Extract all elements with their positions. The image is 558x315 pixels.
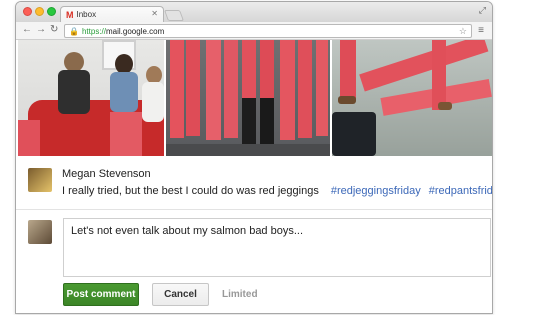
post-comment-button[interactable]: Post comment [63,283,139,306]
photo-person [115,54,133,74]
comment-text: Let's not even talk about my salmon bad … [71,225,304,237]
hashtag-link[interactable]: #redjeggingsfriday [331,185,421,197]
new-tab-button[interactable] [163,10,185,21]
photo-leg [242,40,256,98]
title-bar: M Inbox ✕ ⤢ [16,2,492,22]
photo-person-body [142,82,164,122]
photo-group-couch[interactable] [18,40,164,156]
photo-shoe [338,96,356,104]
photo-red-pants [340,40,356,100]
photo-leg [206,40,221,140]
back-arrow-icon[interactable]: ← [22,24,32,35]
photo-stretched-legs[interactable] [332,40,492,156]
post-text: I really tried, but the best I could do … [62,185,492,197]
browser-window: M Inbox ✕ ⤢ ← → ↻ 🔒 https:// mail.google… [15,1,493,314]
url-scheme: https:// [81,26,106,36]
photo-leg [170,40,184,138]
photo-leg [260,40,274,98]
photo-person-body [110,72,138,112]
address-bar[interactable]: 🔒 https:// mail.google.com ☆ [64,24,472,38]
photo-red-pants [432,40,446,110]
commenter-avatar [28,220,52,244]
photo-leg [298,40,312,138]
minimize-window-button[interactable] [35,7,44,16]
photo-boot [242,98,256,148]
maximize-window-button[interactable] [47,7,56,16]
cancel-button[interactable]: Cancel [152,283,209,306]
tab-inbox[interactable]: M Inbox ✕ [60,6,164,22]
bookmark-star-icon[interactable]: ☆ [459,26,467,37]
photo-leg [186,40,200,136]
comment-input[interactable]: Let's not even talk about my salmon bad … [63,218,491,277]
photo-red-pants [110,112,142,156]
gmail-icon: M [66,9,74,20]
photo-boot [260,98,274,148]
photo-person-body [58,70,90,114]
photo-chair [332,112,376,156]
photo-leg [224,40,238,138]
fullscreen-icon[interactable]: ⤢ [479,5,486,16]
post-body: I really tried, but the best I could do … [62,185,319,197]
browser-toolbar: ← → ↻ 🔒 https:// mail.google.com ☆ ≡ [16,22,492,40]
photo-floor [166,144,330,156]
photo-person [64,52,84,72]
forward-arrow-icon[interactable]: → [36,24,46,35]
photo-leg [316,40,328,136]
lock-icon: 🔒 [69,26,79,36]
hashtag-link[interactable]: #redpantsfriday [429,185,492,197]
browser-menu-icon[interactable]: ≡ [478,25,484,36]
post-author[interactable]: Megan Stevenson [62,168,151,180]
close-window-button[interactable] [23,7,32,16]
visibility-limited-label[interactable]: Limited [222,289,258,300]
photo-red-legs-row[interactable] [166,40,330,156]
reload-icon[interactable]: ↻ [50,24,58,35]
photo-shoe [438,102,452,110]
tab-title: Inbox [76,10,97,19]
post-card: Megan Stevenson I really tried, but the … [16,158,492,210]
photo-strip [18,40,492,156]
author-avatar[interactable] [28,168,52,192]
tab-close-icon[interactable]: ✕ [151,9,158,18]
photo-red-pants [18,120,40,156]
photo-leg [280,40,295,140]
url-host: mail.google.com [105,26,165,36]
